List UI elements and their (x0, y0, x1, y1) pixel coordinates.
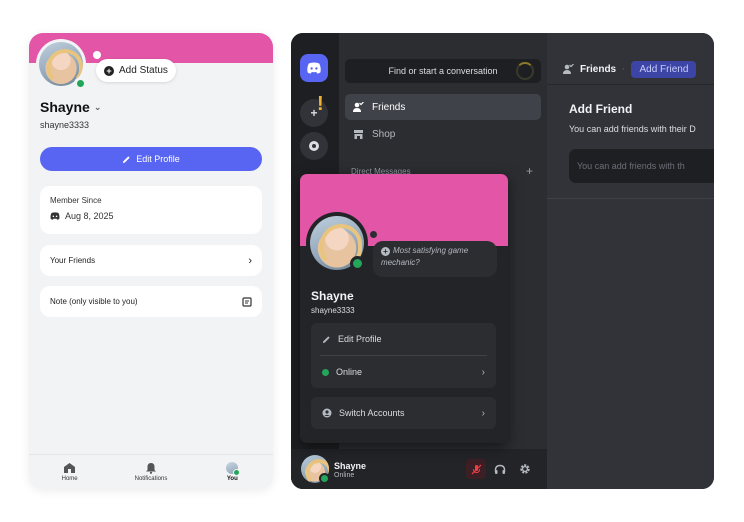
user-panel-name: Shayne (334, 461, 367, 471)
member-since-card: Member Since Aug 8, 2025 (40, 186, 262, 234)
account-switch-icon (322, 408, 332, 418)
status-bubble-dot (370, 231, 377, 238)
notification-exclamation-icon: ! (317, 93, 324, 115)
custom-status-text: Most satisfying game mechanic? (381, 246, 469, 267)
sidebar-item-friends[interactable]: Friends (345, 94, 541, 120)
popout-actions-group: Edit Profile Online › (311, 323, 496, 388)
switch-accounts-label: Switch Accounts (339, 408, 405, 418)
add-friend-description: You can add friends with their D (569, 124, 696, 134)
edit-profile-button[interactable]: Edit Profile (40, 147, 262, 171)
avatar[interactable] (36, 39, 87, 90)
friends-icon (563, 64, 574, 74)
tab-home[interactable]: Home (40, 462, 100, 482)
popout-display-name: Shayne (311, 289, 354, 303)
popout-edit-profile-label: Edit Profile (338, 334, 382, 344)
member-since-label: Member Since (50, 196, 102, 205)
online-status-dot (74, 77, 87, 90)
microphone-muted-icon (471, 464, 481, 474)
sidebar-item-label: Friends (372, 101, 406, 113)
online-status-dot (322, 368, 329, 376)
avatar[interactable] (301, 455, 330, 484)
custom-status-bubble[interactable]: + Most satisfying game mechanic? (373, 241, 497, 277)
plus-icon: + (104, 65, 114, 76)
home-icon (64, 463, 76, 473)
discord-icon (307, 62, 321, 74)
avatar[interactable] (306, 212, 368, 274)
profile-popout: + Most satisfying game mechanic? Shayne s… (300, 174, 508, 443)
note-row[interactable]: Note (only visible to you) (40, 286, 262, 317)
desktop-app-window: + ! Find or start a conversation Friends… (291, 33, 714, 489)
chevron-right-icon: › (481, 407, 485, 419)
friends-header: Friends · Add Friend (547, 55, 714, 85)
bell-icon (145, 463, 156, 474)
your-friends-label: Your Friends (50, 256, 96, 265)
username: shayne3333 (40, 120, 90, 130)
mobile-profile-panel: + Add Status Shayne ⌄ shayne3333 Edit Pr… (29, 33, 273, 489)
header-separator: · (622, 64, 626, 75)
display-name[interactable]: Shayne ⌄ (40, 99, 101, 115)
find-conversation-label: Find or start a conversation (388, 66, 498, 76)
main-content: Friends · Add Friend Add Friend You can … (547, 33, 714, 489)
gear-icon (520, 464, 530, 474)
compass-icon (309, 141, 319, 151)
headphones-icon (494, 464, 506, 474)
user-panel-status: Online (334, 472, 355, 479)
sidebar-item-label: Shop (372, 128, 396, 140)
add-status-label: Add Status (119, 65, 168, 76)
popout-username: shayne3333 (311, 306, 355, 315)
popout-status-label: Online (336, 367, 363, 377)
deafen-button[interactable] (490, 459, 510, 479)
divider (547, 198, 714, 199)
popout-edit-profile-button[interactable]: Edit Profile (311, 323, 496, 355)
loading-spinner-icon (516, 62, 534, 80)
tab-add-friend[interactable]: Add Friend (631, 61, 697, 78)
plus-icon: + (381, 247, 390, 256)
bottom-tab-bar: Home Notifications You (29, 454, 273, 489)
your-friends-row[interactable]: Your Friends › (40, 245, 262, 276)
popout-status-selector[interactable]: Online › (311, 356, 496, 388)
display-name-text: Shayne (40, 99, 90, 115)
member-since-date: Aug 8, 2025 (65, 211, 114, 221)
discord-home-button[interactable] (300, 54, 328, 82)
tab-notifications-label: Notifications (134, 476, 168, 482)
discord-icon (50, 212, 60, 220)
online-status-dot (350, 256, 365, 271)
pencil-icon (123, 155, 130, 163)
chevron-down-icon: ⌄ (93, 101, 102, 112)
find-conversation-button[interactable]: Find or start a conversation (345, 59, 541, 83)
user-panel: Shayne Online (291, 449, 547, 489)
mute-button[interactable] (466, 459, 486, 479)
tab-you-label: You (226, 476, 238, 482)
edit-profile-label: Edit Profile (136, 154, 180, 164)
tab-home-label: Home (61, 476, 78, 482)
sidebar-item-shop[interactable]: Shop (345, 121, 541, 147)
note-label: Note (only visible to you) (50, 297, 138, 306)
status-bubble-dot (93, 51, 101, 59)
avatar (226, 462, 241, 476)
tab-you[interactable]: You (202, 462, 262, 482)
chevron-right-icon: › (481, 366, 485, 378)
header-title: Friends (580, 64, 617, 75)
online-status-dot (233, 469, 241, 476)
discover-button[interactable] (300, 132, 328, 160)
chevron-right-icon: › (248, 254, 252, 267)
online-status-dot (319, 473, 330, 484)
add-status-button[interactable]: + Add Status (96, 59, 176, 82)
tab-notifications[interactable]: Notifications (121, 462, 181, 482)
add-friend-title: Add Friend (569, 102, 633, 116)
add-server-button[interactable]: + ! (300, 93, 328, 127)
note-icon (242, 296, 252, 307)
pencil-icon (322, 335, 330, 343)
switch-accounts-button[interactable]: Switch Accounts › (311, 397, 496, 429)
add-friend-input-placeholder: You can add friends with th (577, 161, 685, 171)
shop-icon (354, 129, 363, 139)
friends-icon (353, 101, 364, 112)
create-dm-button[interactable]: + (526, 164, 533, 178)
add-friend-input[interactable]: You can add friends with th (569, 149, 714, 183)
user-settings-button[interactable] (515, 459, 535, 479)
